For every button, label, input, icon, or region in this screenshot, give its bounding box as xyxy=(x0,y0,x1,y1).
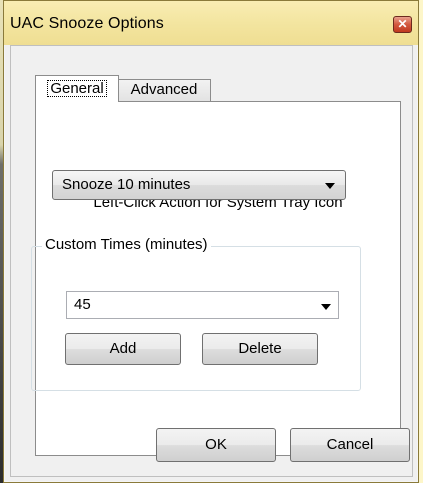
ok-button[interactable]: OK xyxy=(156,428,276,462)
dialog-client-area: Advanced General Left-Click Action for S… xyxy=(10,45,413,477)
custom-times-combo[interactable]: 45 xyxy=(66,291,339,319)
tab-advanced[interactable]: Advanced xyxy=(117,79,211,102)
custom-times-title: Custom Times (minutes) xyxy=(42,236,211,253)
chevron-down-icon xyxy=(321,304,331,310)
tab-advanced-label: Advanced xyxy=(130,81,198,98)
left-click-action-value: Snooze 10 minutes xyxy=(62,176,191,193)
close-button[interactable]: ✕ xyxy=(393,16,412,33)
add-button[interactable]: Add xyxy=(65,333,181,365)
custom-times-value: 45 xyxy=(74,296,91,313)
dialog-window: UAC Snooze Options ✕ Advanced General Le… xyxy=(3,0,419,483)
tab-general-label: General xyxy=(47,80,107,97)
left-click-action-dropdown[interactable]: Snooze 10 minutes xyxy=(52,170,346,200)
chevron-down-icon xyxy=(325,183,335,189)
cancel-button[interactable]: Cancel xyxy=(290,428,410,462)
delete-button[interactable]: Delete xyxy=(202,333,318,365)
window-title: UAC Snooze Options xyxy=(10,15,164,32)
tab-general[interactable]: General xyxy=(35,75,119,102)
title-bar[interactable]: UAC Snooze Options ✕ xyxy=(4,1,418,45)
close-icon: ✕ xyxy=(397,17,408,31)
